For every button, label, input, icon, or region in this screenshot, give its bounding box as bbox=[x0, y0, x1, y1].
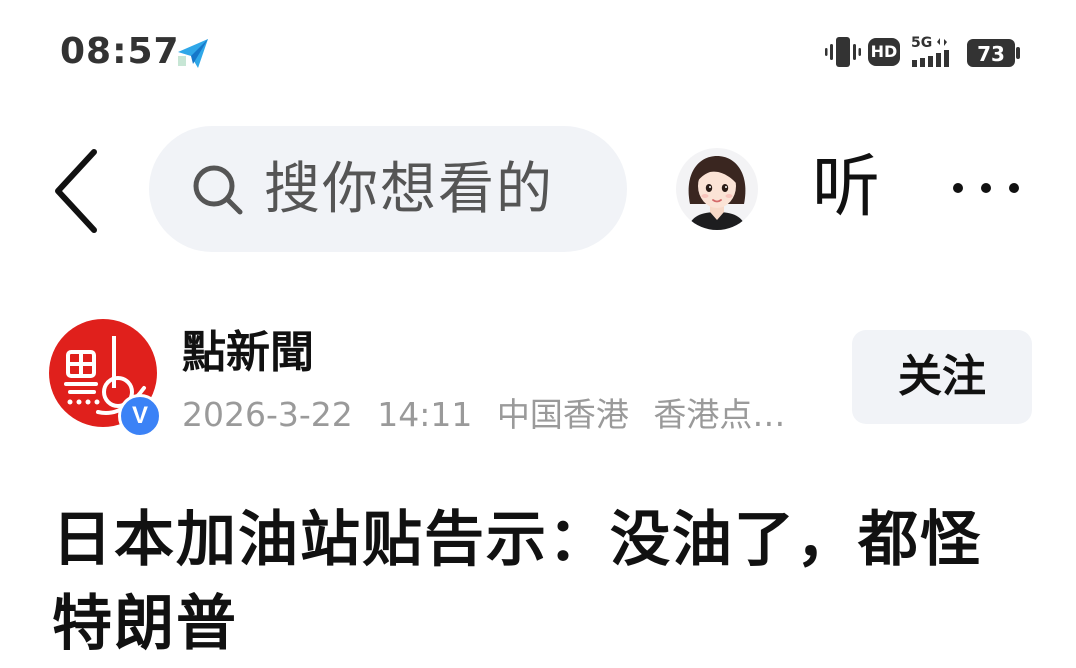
search-placeholder[interactable]: 搜你想看的 bbox=[264, 152, 554, 228]
status-time: 08:57 bbox=[60, 31, 180, 72]
search-icon bbox=[193, 165, 243, 215]
user-avatar[interactable] bbox=[676, 148, 758, 230]
network-type: 5G bbox=[911, 35, 932, 51]
post-source: 香港点… bbox=[653, 395, 786, 434]
back-icon bbox=[55, 149, 97, 233]
post-date: 2026-3-22 bbox=[182, 395, 353, 434]
author-name[interactable]: 點新聞 bbox=[182, 324, 314, 382]
post-location: 中国香港 bbox=[496, 395, 629, 434]
vibrate-icon bbox=[825, 37, 861, 67]
follow-button[interactable]: 关注 bbox=[852, 330, 1032, 424]
back-button[interactable] bbox=[48, 146, 108, 236]
battery-icon: 73 bbox=[967, 39, 1020, 67]
post-meta: 2026-3-22 14:11 中国香港 香港点… bbox=[182, 392, 807, 438]
post-time: 14:11 bbox=[377, 395, 473, 434]
signal-icon: 5G bbox=[911, 35, 949, 67]
verified-badge: V bbox=[118, 394, 162, 438]
article-title: 日本加油站贴告示：没油了，都怪特朗普 bbox=[52, 505, 982, 659]
send-icon bbox=[178, 39, 208, 68]
hd-badge: HD bbox=[868, 38, 900, 66]
more-icon bbox=[953, 183, 1019, 193]
listen-button[interactable]: 听 bbox=[812, 148, 880, 228]
more-button[interactable] bbox=[944, 160, 1028, 216]
battery-level: 73 bbox=[977, 42, 1005, 66]
